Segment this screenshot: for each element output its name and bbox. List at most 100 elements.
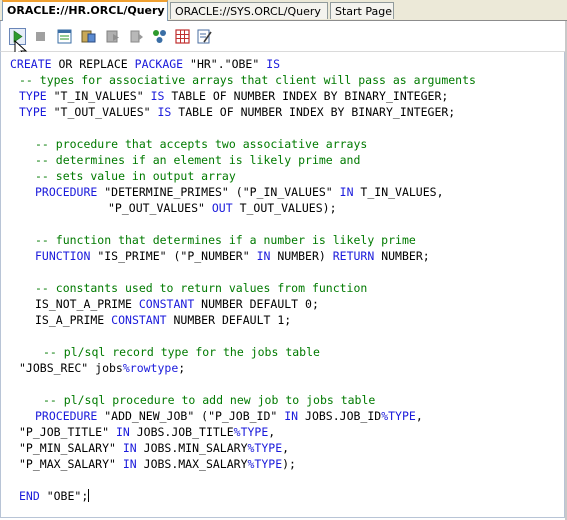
code-keyword: IN xyxy=(122,441,137,455)
code-text: ; xyxy=(178,361,186,375)
code-keyword: %TYPE xyxy=(247,441,283,455)
code-text: JOBS.JOB_TITLE xyxy=(129,425,234,439)
code-keyword: %TYPE xyxy=(381,409,416,423)
editor-tab-bar: ORACLE://HR.ORCL/Query ORACLE://SYS.ORCL… xyxy=(0,0,567,21)
code-text: "OBE"; xyxy=(39,489,89,503)
connection-icon xyxy=(153,30,166,43)
code-line: "P_OUT_VALUES" OUT T_OUT_VALUES); xyxy=(108,200,337,216)
code-text: "DETERMINE_PRIMES" ("P_IN_VALUES" xyxy=(97,185,340,199)
rollback-button[interactable] xyxy=(104,28,121,45)
code-line: IS_A_PRIME CONSTANT NUMBER DEFAULT 1; xyxy=(35,312,291,328)
code-text: JOBS.JOB_ID xyxy=(298,409,382,423)
code-text: "HR"."OBE" xyxy=(183,57,267,71)
code-keyword: IN xyxy=(122,457,137,471)
code-line: IS_NOT_A_PRIME CONSTANT NUMBER DEFAULT 0… xyxy=(35,296,319,312)
code-text: JOBS.MAX_SALARY xyxy=(136,457,248,471)
code-keyword: OUT xyxy=(211,201,233,215)
code-keyword: CONSTANT xyxy=(138,297,195,311)
code-text: TABLE OF NUMBER INDEX BY BINARY_INTEGER; xyxy=(171,105,456,119)
code-line: CREATE OR REPLACE PACKAGE "HR"."OBE" IS xyxy=(10,56,280,72)
stop-icon xyxy=(36,32,45,41)
tab-sys-orcl-query[interactable]: ORACLE://SYS.ORCL/Query xyxy=(170,2,328,19)
step-icon xyxy=(130,30,143,43)
code-text: "JOBS_REC" jobs xyxy=(19,361,123,375)
code-line: FUNCTION "IS_PRIME" ("P_NUMBER" IN NUMBE… xyxy=(35,248,430,264)
code-keyword: PROCEDURE xyxy=(35,409,98,423)
code-line: "JOBS_REC" jobs%rowtype; xyxy=(19,360,185,376)
code-text: "IS_PRIME" ("P_NUMBER" xyxy=(90,249,257,263)
code-line: END "OBE"; xyxy=(19,488,90,504)
code-keyword: IN xyxy=(339,185,354,199)
code-text: "P_MIN_SALARY" xyxy=(19,441,123,455)
code-comment: -- types for associative arrays that cli… xyxy=(19,73,476,87)
code-keyword: IS xyxy=(150,89,165,103)
step-button[interactable] xyxy=(128,28,145,45)
code-line: "P_MAX_SALARY" IN JOBS.MAX_SALARY%TYPE); xyxy=(19,456,296,472)
code-comment: -- function that determines if a number … xyxy=(35,233,416,247)
results-grid-button[interactable] xyxy=(174,28,191,45)
commit-button[interactable] xyxy=(80,28,97,45)
code-line: TYPE "T_OUT_VALUES" IS TABLE OF NUMBER I… xyxy=(19,104,455,120)
code-text: "P_MAX_SALARY" xyxy=(19,457,123,471)
code-text: IS_A_PRIME xyxy=(35,313,112,327)
code-text: NUMBER; xyxy=(374,249,430,263)
commit-icon xyxy=(81,30,96,43)
connection-button[interactable] xyxy=(151,28,168,45)
code-keyword: TYPE xyxy=(19,89,47,103)
code-keyword: PROCEDURE xyxy=(35,185,98,199)
code-text: T_OUT_VALUES); xyxy=(232,201,337,215)
code-text: , xyxy=(282,441,290,455)
code-text: ); xyxy=(282,457,296,471)
code-comment: -- pl/sql record type for the jobs table xyxy=(43,345,320,359)
edit-button[interactable] xyxy=(196,28,213,45)
code-line: "P_MIN_SALARY" IN JOBS.MIN_SALARY%TYPE, xyxy=(19,440,289,456)
sql-history-button[interactable] xyxy=(56,28,73,45)
code-keyword: IN xyxy=(256,249,271,263)
code-comment: -- procedure that accepts two associativ… xyxy=(35,137,368,151)
code-keyword: RETURN xyxy=(332,249,375,263)
code-text: JOBS.MIN_SALARY xyxy=(136,441,248,455)
code-line: TYPE "T_IN_VALUES" IS TABLE OF NUMBER IN… xyxy=(19,88,448,104)
code-keyword: IN xyxy=(115,425,130,439)
rollback-icon xyxy=(106,30,119,43)
code-text: NUMBER DEFAULT 0; xyxy=(194,297,319,311)
grid-icon xyxy=(175,29,190,44)
code-text: TABLE OF NUMBER INDEX BY BINARY_INTEGER; xyxy=(164,89,449,103)
code-text: NUMBER DEFAULT 1; xyxy=(166,313,292,327)
code-keyword: TYPE xyxy=(19,105,47,119)
sql-history-icon xyxy=(57,29,72,44)
code-text: NUMBER) xyxy=(270,249,333,263)
code-text: "T_IN_VALUES" xyxy=(46,89,151,103)
code-text: "P_JOB_TITLE" xyxy=(19,425,116,439)
code-comment: -- constants used to return values from … xyxy=(35,281,368,295)
worksheet-toolbar xyxy=(0,21,567,52)
code-text: "T_OUT_VALUES" xyxy=(46,105,158,119)
code-comment: -- determines if an element is likely pr… xyxy=(35,153,361,167)
code-line: PROCEDURE "ADD_NEW_JOB" ("P_JOB_ID" IN J… xyxy=(35,408,423,424)
code-comment: -- pl/sql procedure to add new job to jo… xyxy=(43,393,376,407)
sql-editor[interactable]: CREATE OR REPLACE PACKAGE "HR"."OBE" IS … xyxy=(0,52,565,518)
code-keyword: PACKAGE xyxy=(134,57,184,71)
code-text: "ADD_NEW_JOB" ("P_JOB_ID" xyxy=(97,409,285,423)
code-line: PROCEDURE "DETERMINE_PRIMES" ("P_IN_VALU… xyxy=(35,184,444,200)
tab-start-page[interactable]: Start Page xyxy=(330,2,394,19)
text-caret xyxy=(88,489,90,502)
tab-hr-orcl-query[interactable]: ORACLE://HR.ORCL/Query xyxy=(2,0,168,21)
code-keyword: IN xyxy=(284,409,299,423)
code-text: IS_NOT_A_PRIME xyxy=(35,297,139,311)
code-line: "P_JOB_TITLE" IN JOBS.JOB_TITLE%TYPE, xyxy=(19,424,275,440)
edit-icon xyxy=(197,29,212,44)
code-keyword: IS xyxy=(266,57,281,71)
code-keyword: CREATE xyxy=(10,57,52,71)
code-keyword: IS xyxy=(157,105,172,119)
stop-button[interactable] xyxy=(32,28,49,45)
code-keyword: END xyxy=(19,489,40,503)
code-text: "P_OUT_VALUES" xyxy=(108,201,212,215)
code-text: , xyxy=(415,409,423,423)
code-keyword: %TYPE xyxy=(247,457,283,471)
code-keyword: CONSTANT xyxy=(111,313,167,327)
code-keyword: FUNCTION xyxy=(35,249,91,263)
code-comment: -- sets value in output array xyxy=(35,169,236,183)
code-keyword: %TYPE xyxy=(233,425,269,439)
code-text: T_IN_VALUES, xyxy=(353,185,444,199)
